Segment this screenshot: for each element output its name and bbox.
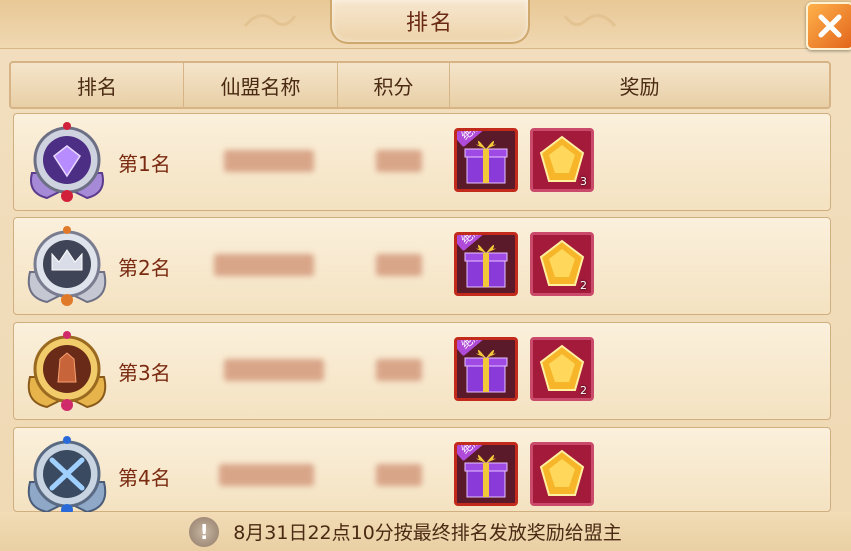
rank-label: 第1名 bbox=[118, 152, 171, 176]
gem-reward[interactable] bbox=[530, 442, 594, 506]
gold-gem-icon bbox=[539, 449, 585, 496]
ranking-panel: 排名 排名 仙盟名称 积分 奖励 第1名 绝版 3 第2名 绝版 2 第3名 绝… bbox=[0, 0, 851, 551]
decor-swirl-right bbox=[560, 6, 620, 36]
gem-reward[interactable]: 2 bbox=[530, 337, 594, 401]
rank-label: 第3名 bbox=[118, 361, 171, 385]
gift-box-reward[interactable]: 绝版 bbox=[454, 337, 518, 401]
gift-box-reward[interactable]: 绝版 bbox=[454, 232, 518, 296]
guild-name-blurred bbox=[224, 359, 324, 381]
header-rank: 排名 bbox=[11, 63, 184, 107]
rank-label: 第4名 bbox=[118, 466, 171, 490]
guild-name-blurred bbox=[214, 254, 314, 276]
title-plate: 排名 bbox=[330, 0, 530, 44]
close-x-icon bbox=[818, 14, 842, 38]
gem-reward[interactable]: 2 bbox=[530, 232, 594, 296]
footer-notice: ! 8月31日22点10分按最终排名发放奖励给盟主 bbox=[0, 512, 851, 551]
guild-name-blurred bbox=[219, 464, 314, 486]
rank-label: 第2名 bbox=[118, 256, 171, 280]
score-blurred bbox=[376, 359, 422, 381]
silver-crown-medal-icon bbox=[22, 222, 112, 312]
header-guild-name: 仙盟名称 bbox=[184, 63, 338, 107]
score-blurred bbox=[376, 254, 422, 276]
purple-diamond-medal-icon bbox=[22, 118, 112, 208]
reward-count: 2 bbox=[580, 279, 587, 292]
reward-count: 3 bbox=[580, 175, 587, 188]
table-row: 第2名 绝版 2 bbox=[13, 217, 831, 315]
table-row: 第4名 绝版 bbox=[13, 427, 831, 516]
close-button[interactable] bbox=[806, 2, 851, 50]
table-row: 第1名 绝版 3 bbox=[13, 113, 831, 211]
gem-reward[interactable]: 3 bbox=[530, 128, 594, 192]
guild-name-blurred bbox=[224, 150, 314, 172]
header-score: 积分 bbox=[338, 63, 450, 107]
blue-swords-medal-icon bbox=[22, 432, 112, 522]
decor-swirl-left bbox=[240, 6, 300, 36]
bronze-fist-medal-icon bbox=[22, 327, 112, 417]
header-reward: 奖励 bbox=[619, 74, 660, 99]
table-row: 第3名 绝版 2 bbox=[13, 322, 831, 420]
exclamation-icon: ! bbox=[189, 516, 220, 547]
table-header: 排名 仙盟名称 积分 奖励 bbox=[9, 61, 831, 109]
gift-box-reward[interactable]: 绝版 bbox=[454, 442, 518, 506]
reward-count: 2 bbox=[580, 384, 587, 397]
score-blurred bbox=[376, 464, 422, 486]
notice-text: 8月31日22点10分按最终排名发放奖励给盟主 bbox=[233, 522, 622, 544]
gift-box-reward[interactable]: 绝版 bbox=[454, 128, 518, 192]
score-blurred bbox=[376, 150, 422, 172]
page-title: 排名 bbox=[405, 11, 454, 36]
